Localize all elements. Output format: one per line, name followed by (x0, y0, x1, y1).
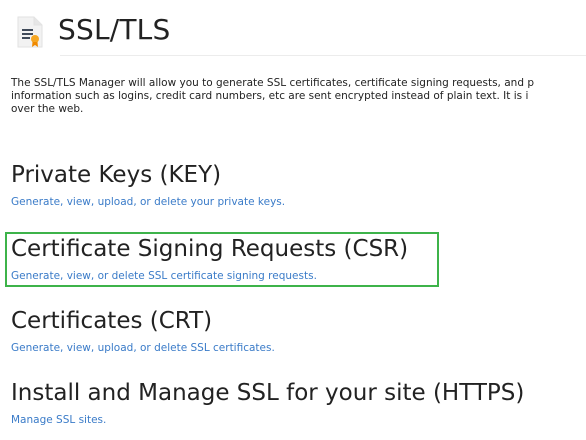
certificates-link[interactable]: Generate, view, upload, or delete SSL ce… (11, 341, 275, 355)
intro-line: The SSL/TLS Manager will allow you to ge… (11, 77, 534, 89)
section-title-private-keys: Private Keys (KEY) (11, 162, 222, 188)
header-divider (60, 55, 586, 56)
section-certificates: Certificates (CRT) Generate, view, uploa… (11, 306, 275, 355)
section-install-ssl: Install and Manage SSL for your site (HT… (11, 378, 524, 427)
intro-line: information such as logins, credit card … (11, 90, 529, 102)
intro-line: over the web. (11, 103, 84, 115)
intro-text: The SSL/TLS Manager will allow you to ge… (11, 77, 586, 116)
ssl-certificate-icon (16, 15, 44, 49)
section-private-keys: Private Keys (KEY) Generate, view, uploa… (11, 160, 285, 209)
section-title-csr: Certificate Signing Requests (CSR) (11, 236, 409, 262)
csr-link[interactable]: Generate, view, or delete SSL certificat… (11, 269, 317, 283)
page-header: SSL/TLS (16, 4, 586, 54)
section-title-certificates: Certificates (CRT) (11, 308, 213, 334)
manage-ssl-sites-link[interactable]: Manage SSL sites. (11, 413, 106, 427)
private-keys-link[interactable]: Generate, view, upload, or delete your p… (11, 195, 285, 209)
section-title-install-ssl: Install and Manage SSL for your site (HT… (11, 380, 525, 406)
page-title: SSL/TLS (58, 12, 171, 46)
section-csr: Certificate Signing Requests (CSR) Gener… (11, 234, 408, 283)
